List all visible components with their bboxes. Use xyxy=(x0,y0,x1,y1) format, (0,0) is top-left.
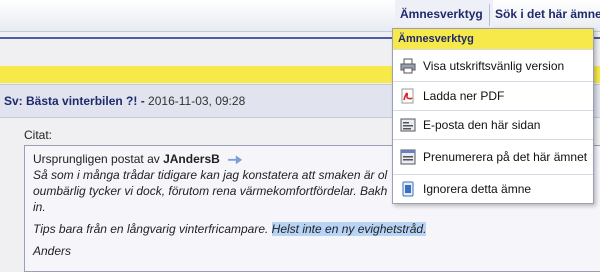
quote-tip-line: Tips bara från en långvarig vinterfricam… xyxy=(33,222,427,236)
quote-tip-text: Tips bara från en långvarig vinterfricam… xyxy=(33,222,272,236)
ignore-icon xyxy=(402,181,414,197)
quote-text-line: in. xyxy=(33,200,46,214)
search-thread-button[interactable]: Sök i det här ämnet xyxy=(495,0,600,31)
nav-divider xyxy=(489,4,490,26)
highlighted-text: Helst inte en ny evighetstråd. xyxy=(271,222,427,236)
quote-text-line: oumbärlig tycker vi dock, förutom rena v… xyxy=(33,184,388,198)
post-title-text: Sv: Bästa vinterbilen ?! - xyxy=(4,94,145,108)
quote-signature: Anders xyxy=(33,244,72,258)
menu-item-print[interactable]: Visa utskriftsvänlig version xyxy=(393,49,593,81)
menu-item-label: E-posta den här sidan xyxy=(423,118,541,132)
menu-item-label: Ignorera detta ämne xyxy=(423,182,532,196)
quote-intro: Ursprungligen postat av xyxy=(33,152,160,166)
quote-text-line: Så som i många trådar tidigare kan jag k… xyxy=(33,168,388,182)
quote-label: Citat: xyxy=(24,128,53,142)
post-title: Sv: Bästa vinterbilen ?! - 2016-11-03, 0… xyxy=(4,94,245,108)
view-post-icon[interactable] xyxy=(228,155,243,165)
subscribe-icon xyxy=(400,149,416,165)
menu-item-download-pdf[interactable]: Ladda ner PDF xyxy=(393,81,593,110)
thread-tools-label: Ämnesverktyg xyxy=(400,7,483,21)
menu-item-subscribe[interactable]: Prenumerera på det här ämnet xyxy=(393,139,593,174)
menu-item-label: Prenumerera på det här ämnet xyxy=(423,150,588,164)
menu-item-email-page[interactable]: E-posta den här sidan xyxy=(393,110,593,139)
menu-item-ignore[interactable]: Ignorera detta ämne xyxy=(393,174,593,203)
post-date: 2016-11-03, 09:28 xyxy=(148,94,246,108)
thread-tools-dropdown: Ämnesverktyg Visa utskriftsvänlig versio… xyxy=(392,28,594,204)
thread-tools-menu-button[interactable]: Ämnesverktyg xyxy=(395,0,493,47)
menu-item-label: Visa utskriftsvänlig version xyxy=(423,59,565,73)
menu-header: Ämnesverktyg xyxy=(393,29,593,49)
printer-icon xyxy=(400,58,416,74)
quote-author: JAndersB xyxy=(163,152,220,166)
search-thread-label: Sök i det här ämnet xyxy=(495,7,600,21)
menu-item-label: Ladda ner PDF xyxy=(423,89,505,103)
quote-attribution: Ursprungligen postat av JAndersB xyxy=(33,152,243,166)
email-icon xyxy=(400,118,416,132)
pdf-icon xyxy=(401,88,414,104)
